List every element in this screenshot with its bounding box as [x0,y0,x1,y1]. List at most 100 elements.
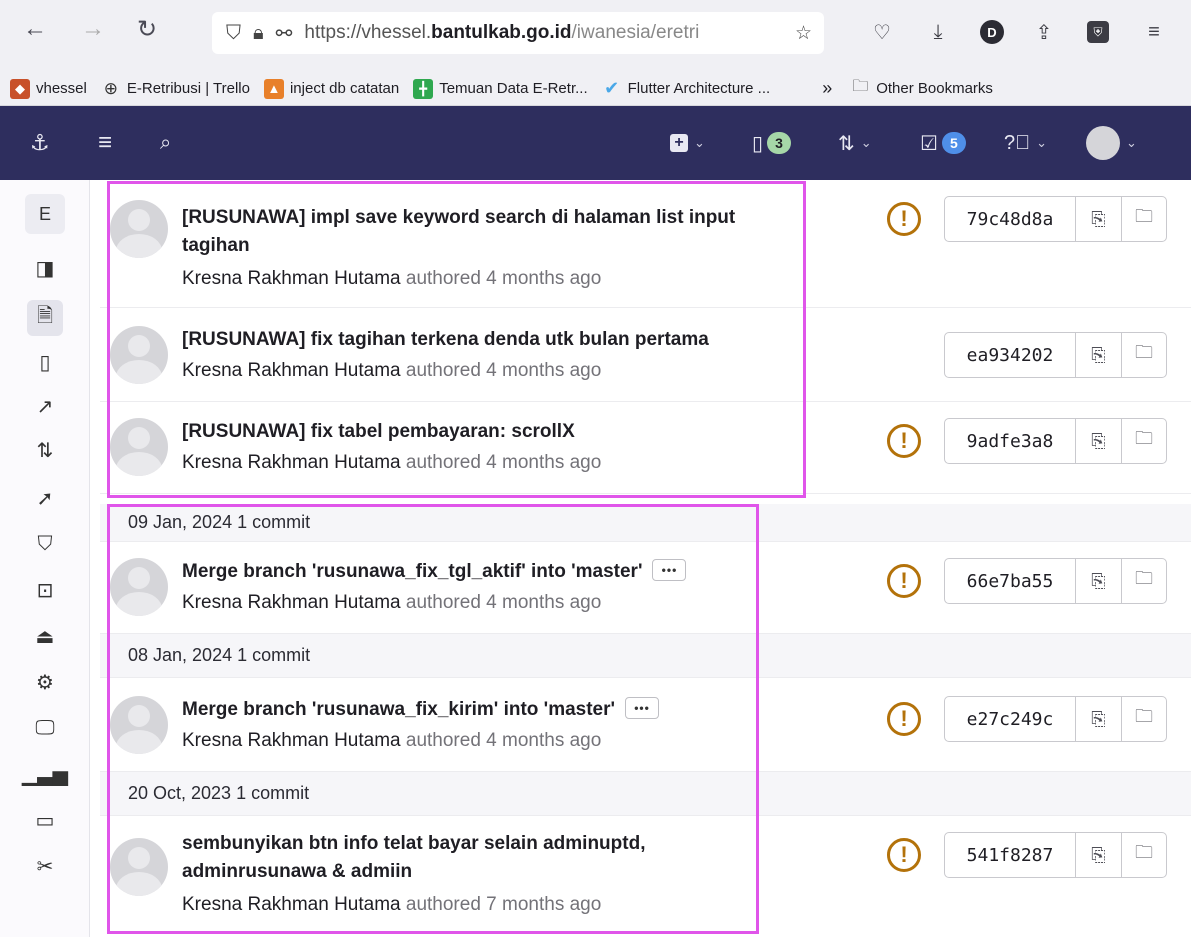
issues-icon[interactable]: ▯ [27,344,63,380]
commit-author[interactable]: Kresna Rakhman Hutama [182,730,401,751]
commit-author[interactable]: Kresna Rakhman Hutama [182,268,401,289]
bookmark-vhessel[interactable]: ◆ vhessel [10,78,87,99]
reload-icon[interactable]: ↻ [132,14,162,44]
deploy-icon[interactable]: ⊡ [27,572,63,608]
commit-title[interactable]: Merge branch 'rusunawa_fix_kirim' into '… [182,696,660,724]
commit-sha[interactable]: 9adfe3a8 [945,419,1076,463]
commit-title[interactable]: [RUSUNAWA] fix tagihan terkena denda utk… [182,326,709,354]
copy-icon[interactable]: ⎘ [1076,697,1121,741]
commit-meta: Kresna Rakhman Hutama authored 4 months … [182,730,601,752]
analytics-icon[interactable]: ▁▃▅ [22,756,68,792]
commit-author[interactable]: Kresna Rakhman Hutama [182,360,401,381]
copy-icon[interactable]: ⎘ [1076,559,1121,603]
commit-sha[interactable]: 541f8287 [945,833,1076,877]
copy-icon[interactable]: ⎘ [1076,419,1121,463]
commit-sha[interactable]: 79c48d8a [945,197,1076,241]
rocket-icon[interactable]: ➚ [27,480,63,516]
commit-time: authored 7 months ago [405,894,602,915]
infrastructure-icon[interactable]: ⚙ [27,664,63,700]
bookmark-inject-db[interactable]: ▲ inject db catatan [263,78,399,99]
bookmarks-overflow[interactable]: » [822,78,832,99]
project-sidebar: E ◨ 🗎 ▯ ↗ ⇅ ➚ ⛉ ⊡ ⏏ ⚙ 🖵 ▁▃▅ ▭ ✂ [0,180,90,937]
package-icon[interactable]: ⏏ [27,618,63,654]
menu-update-icon[interactable]: ≡ [1138,16,1170,48]
back-arrow-icon[interactable]: ← [20,14,50,44]
shield-icon[interactable]: ⛉ [27,526,63,562]
commit-title[interactable]: Merge branch 'rusunawa_fix_tgl_aktif' in… [182,558,687,586]
author-avatar[interactable] [110,558,168,616]
folder-icon[interactable]: 🗀 [1121,833,1166,877]
author-avatar[interactable] [110,200,168,258]
expand-description-button[interactable]: ••• [652,559,687,581]
bookmark-temuan-data[interactable]: ╋ Temuan Data E-Retr... [413,78,588,99]
merge-requests-button[interactable]: ⇅ ⌄ [838,128,872,158]
todos-button[interactable]: ☑ 5 [920,128,966,158]
chevron-down-icon: ⌄ [860,135,872,150]
project-avatar[interactable]: E [25,194,65,234]
project-info-icon[interactable]: ◨ [27,250,63,286]
snippets-icon[interactable]: ✂ [27,848,63,884]
commit-title[interactable]: [RUSUNAWA] impl save keyword search di h… [182,204,735,260]
lock-icon[interactable]: 🔒︎ [253,22,264,45]
commit-sha[interactable]: e27c249c [945,697,1076,741]
commit-meta: Kresna Rakhman Hutama authored 4 months … [182,268,601,290]
share-icon[interactable]: ⇪ [1028,16,1060,48]
permissions-icon[interactable]: ⚯ [276,21,293,46]
folder-icon[interactable]: 🗀 [1121,197,1166,241]
pocket-icon[interactable]: ♡ [866,16,898,48]
author-avatar[interactable] [110,418,168,476]
author-avatar[interactable] [110,696,168,754]
commit-sha[interactable]: 66e7ba55 [945,559,1076,603]
forward-arrow-icon[interactable]: → [78,14,108,44]
monitor-icon[interactable]: 🖵 [27,710,63,746]
search-icon[interactable]: ⌕ [160,128,171,158]
external-link-icon[interactable]: ↗ [27,388,63,424]
gitlab-logo-icon[interactable]: ⚓︎ [30,128,50,158]
help-button[interactable]: ?⃝ ⌄ [1004,128,1047,158]
copy-icon[interactable]: ⎘ [1076,333,1121,377]
folder-icon[interactable]: 🗀 [1121,697,1166,741]
browser-toolbar: ← → ↻ ⛉ 🔒︎ ⚯ https://vhessel. bantulkab.g… [0,0,1191,72]
commit-time: authored 4 months ago [405,452,602,473]
other-bookmarks[interactable]: 🗀 Other Bookmarks [850,78,993,99]
issues-button[interactable]: ▯ 3 [752,128,792,158]
pipeline-warning-icon[interactable]: ! [887,838,921,872]
commit-title[interactable]: sembunyikan btn info telat bayar selain … [182,830,645,886]
merge-request-icon: ⇅ [838,132,855,155]
pipeline-warning-icon[interactable]: ! [887,424,921,458]
merge-request-icon[interactable]: ⇅ [27,432,63,468]
commit-row: [RUSUNAWA] fix tagihan terkena denda utk… [100,308,1191,402]
profile-icon[interactable]: D [976,16,1008,48]
profile-letter: D [980,20,1004,44]
create-new-button[interactable]: + ⌄ [670,128,705,158]
author-avatar[interactable] [110,838,168,896]
folder-icon[interactable]: 🗀 [1121,559,1166,603]
commit-author[interactable]: Kresna Rakhman Hutama [182,894,401,915]
pipeline-warning-icon[interactable]: ! [887,702,921,736]
pipeline-warning-icon[interactable]: ! [887,564,921,598]
user-menu-button[interactable]: ⌄ [1086,126,1137,160]
commit-time: authored 4 months ago [405,268,602,289]
commit-author[interactable]: Kresna Rakhman Hutama [182,452,401,473]
pipeline-warning-icon[interactable]: ! [887,202,921,236]
commit-sha[interactable]: ea934202 [945,333,1076,377]
chevron-down-icon: ⌄ [1036,135,1048,150]
folder-icon[interactable]: 🗀 [1121,419,1166,463]
bookmark-trello[interactable]: ⊕ E-Retribusi | Trello [101,79,250,99]
copy-icon[interactable]: ⎘ [1076,833,1121,877]
download-icon[interactable]: ⤓ [922,16,954,48]
bookmark-flutter[interactable]: ✔ Flutter Architecture ... [602,78,770,99]
repository-icon[interactable]: 🗎 [27,300,63,336]
bitwarden-icon[interactable]: ⛨ [1082,16,1114,48]
expand-description-button[interactable]: ••• [625,697,660,719]
wiki-icon[interactable]: ▭ [27,802,63,838]
hamburger-menu-icon[interactable]: ≡ [98,128,112,158]
commit-author[interactable]: Kresna Rakhman Hutama [182,592,401,613]
folder-icon[interactable]: 🗀 [1121,333,1166,377]
commit-title[interactable]: [RUSUNAWA] fix tabel pembayaran: scrollX [182,418,575,446]
url-bar[interactable]: ⛉ 🔒︎ ⚯ https://vhessel. bantulkab.go.id/i… [212,12,824,54]
copy-icon[interactable]: ⎘ [1076,197,1121,241]
star-icon[interactable]: ☆ [795,22,812,45]
author-avatar[interactable] [110,326,168,384]
shield-icon[interactable]: ⛉ [226,22,241,45]
